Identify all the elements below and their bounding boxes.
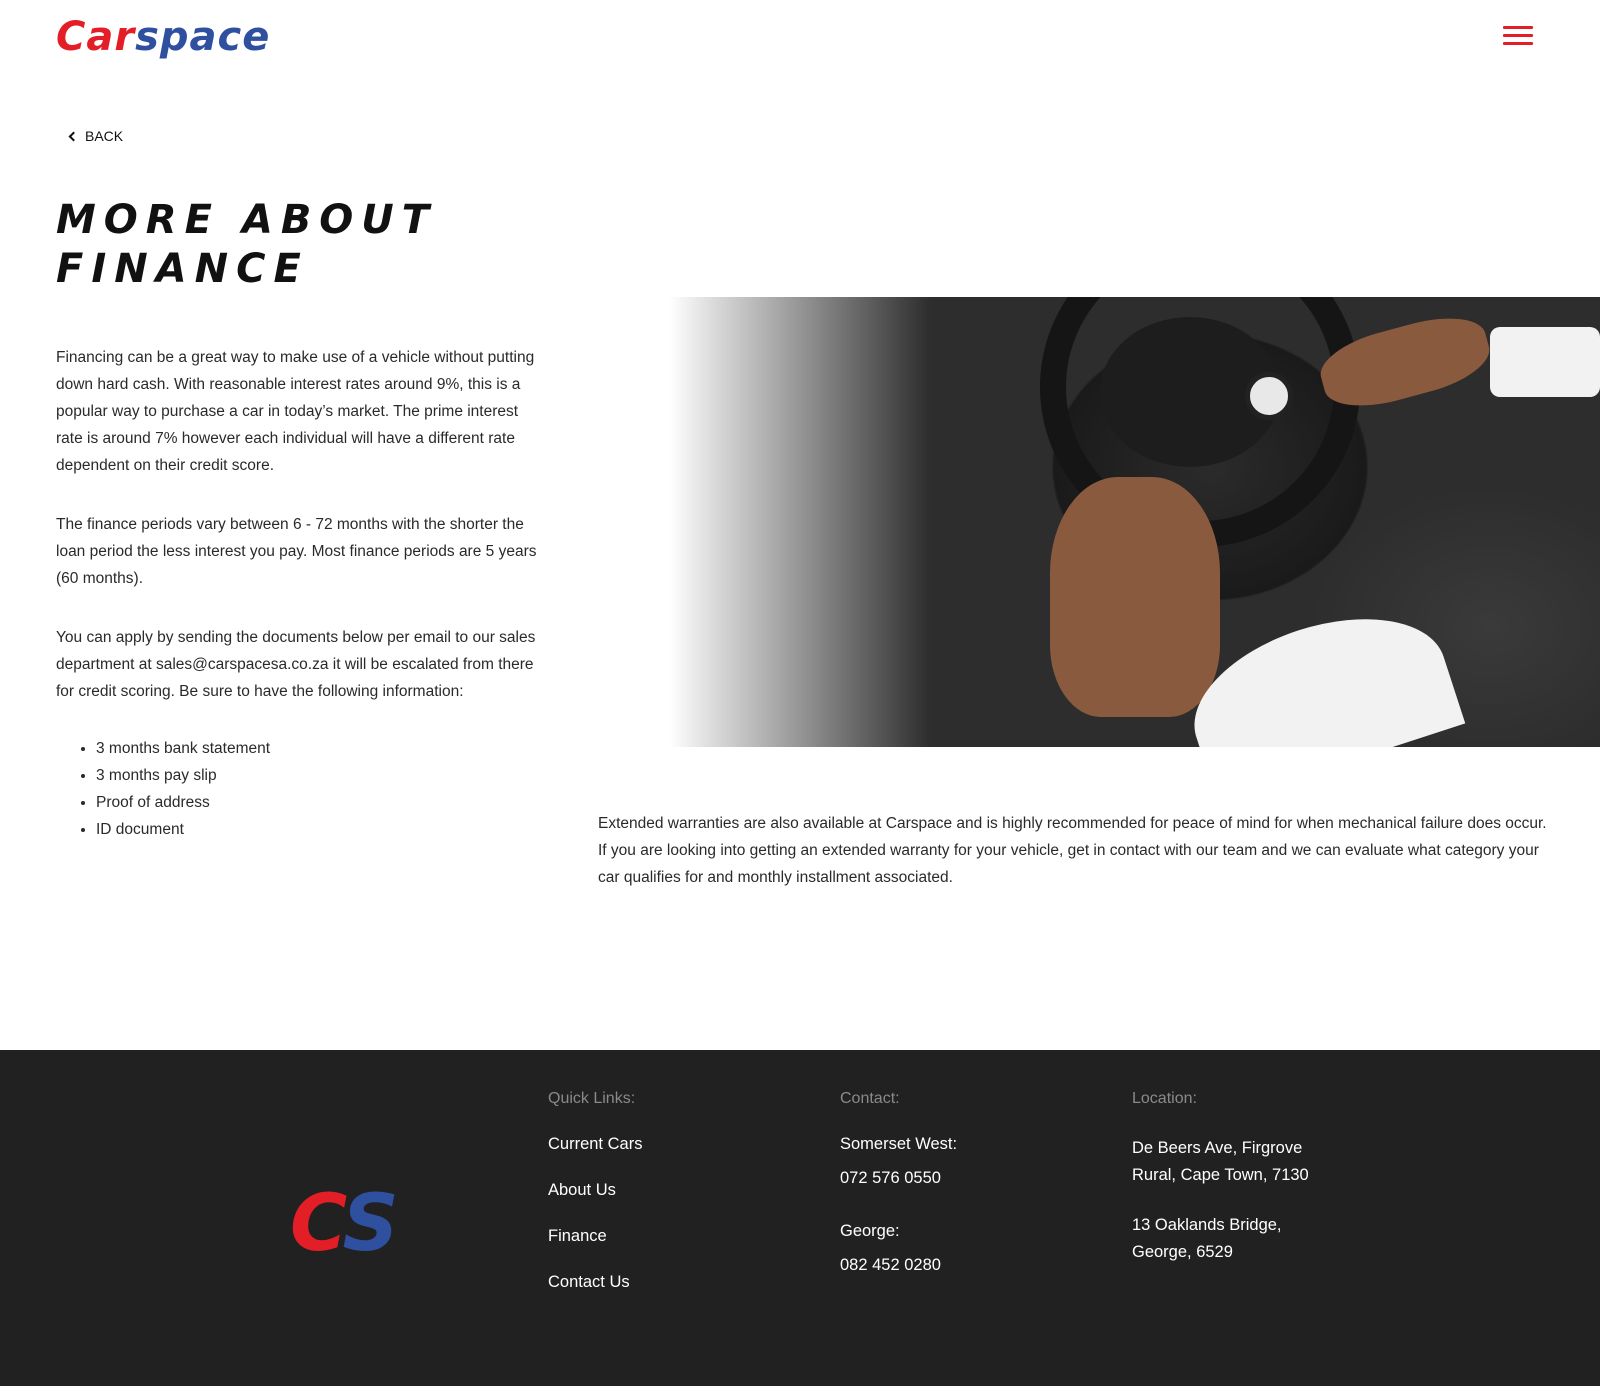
paragraph-apply: You can apply by sending the documents b… xyxy=(56,629,536,700)
contact-heading: Contact: xyxy=(840,1090,900,1107)
site-footer: CS Quick Links: Current Cars About Us Fi… xyxy=(0,1050,1600,1386)
paragraph-intro: Financing can be a great way to make use… xyxy=(56,349,535,474)
paragraph-periods: The finance periods vary between 6 - 72 … xyxy=(56,516,537,587)
list-item: ID document xyxy=(96,816,546,843)
footer-link-finance[interactable]: Finance xyxy=(548,1227,642,1246)
back-label: BACK xyxy=(85,128,124,144)
location-column: Location: De Beers Ave, Firgrove Rural, … xyxy=(1132,1090,1332,1289)
contact-place: George: xyxy=(840,1222,900,1240)
page-title: MORE ABOUT FINANCE xyxy=(56,197,438,292)
location-address: De Beers Ave, Firgrove Rural, Cape Town,… xyxy=(1132,1139,1309,1184)
footer-link-about-us[interactable]: About Us xyxy=(548,1181,642,1200)
list-item: 3 months bank statement xyxy=(96,735,546,762)
site-header: Carspace xyxy=(0,0,1600,80)
footer-link-current-cars[interactable]: Current Cars xyxy=(548,1135,642,1154)
contact-phone[interactable]: 072 576 0550 xyxy=(840,1169,957,1188)
list-item: 3 months pay slip xyxy=(96,762,546,789)
warranty-paragraph: Extended warranties are also available a… xyxy=(598,815,1547,886)
quick-links-column: Quick Links: Current Cars About Us Finan… xyxy=(548,1090,642,1319)
location-address: 13 Oaklands Bridge, George, 6529 xyxy=(1132,1216,1282,1261)
contact-place: Somerset West: xyxy=(840,1135,958,1153)
cs-logo[interactable]: CS xyxy=(290,1184,399,1264)
back-link[interactable]: BACK xyxy=(68,128,124,144)
chevron-left-icon xyxy=(68,131,79,142)
footer-link-contact-us[interactable]: Contact Us xyxy=(548,1273,642,1292)
driver-steering-wheel-image xyxy=(670,297,1600,747)
hamburger-menu-icon[interactable] xyxy=(1503,26,1533,48)
list-item: Proof of address xyxy=(96,789,546,816)
contact-column: Contact: Somerset West: 072 576 0550 Geo… xyxy=(840,1090,957,1309)
contact-phone[interactable]: 082 452 0280 xyxy=(840,1256,957,1275)
quick-links-heading: Quick Links: xyxy=(548,1090,636,1107)
documents-list: 3 months bank statement 3 months pay sli… xyxy=(96,735,546,843)
location-heading: Location: xyxy=(1132,1090,1197,1107)
carspace-logo[interactable]: Carspace xyxy=(56,14,270,60)
finance-text: Financing can be a great way to make use… xyxy=(56,344,546,843)
